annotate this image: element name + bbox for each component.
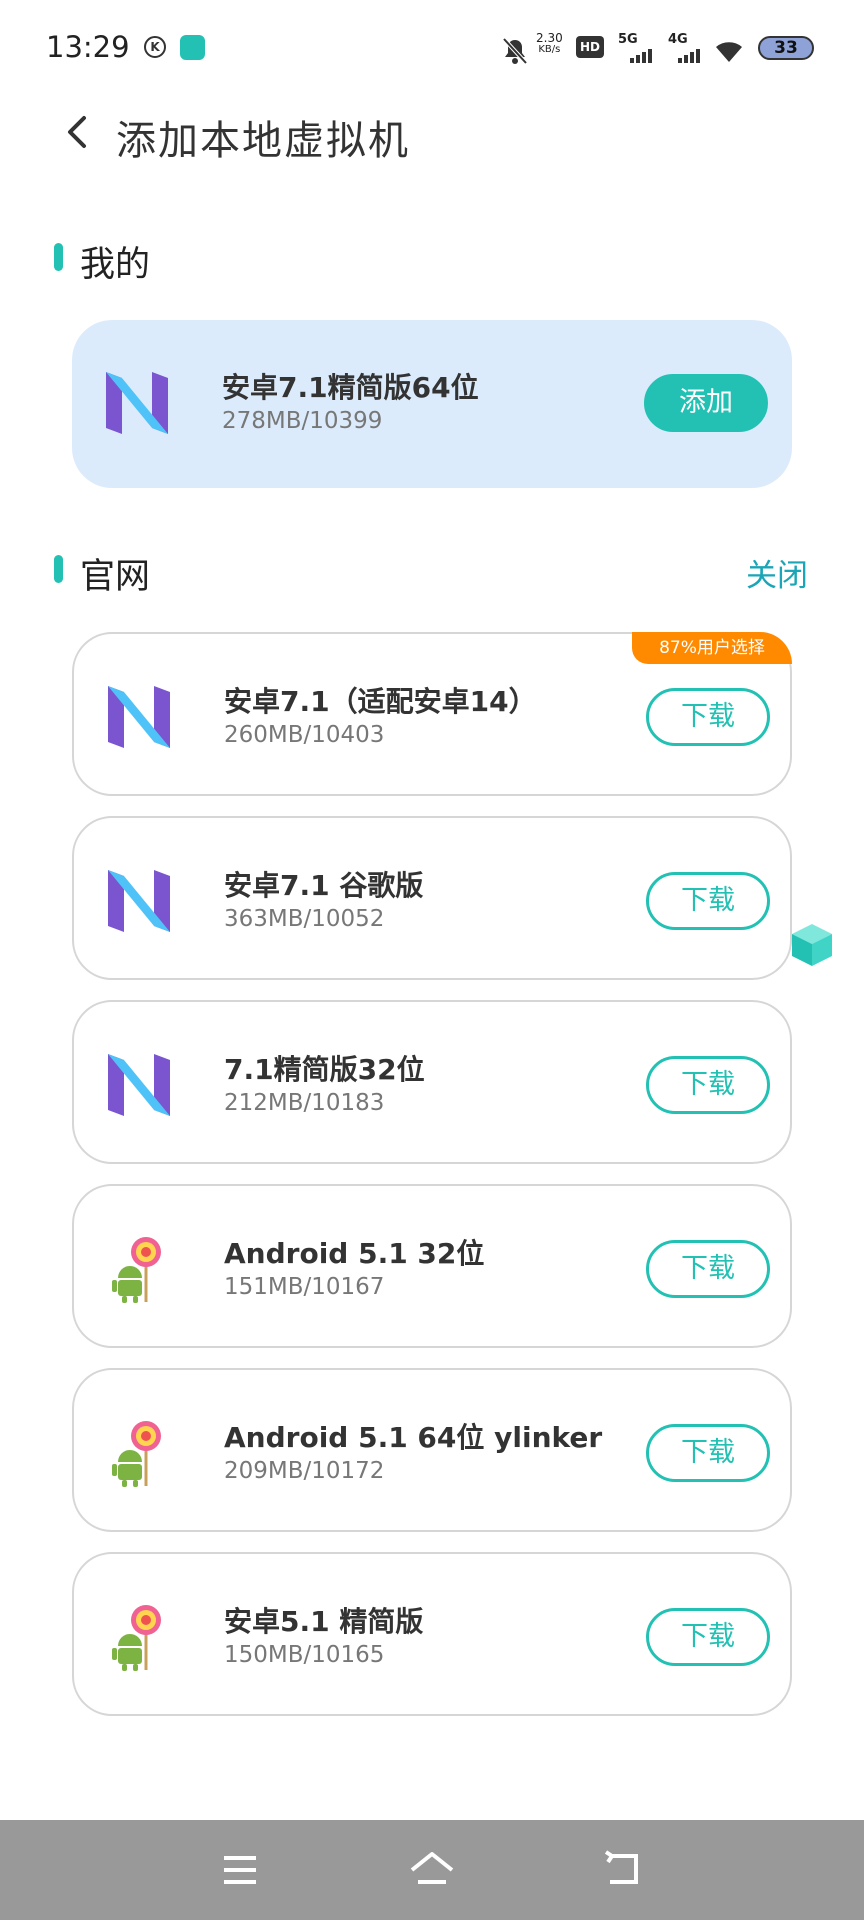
vm-name: 安卓7.1 谷歌版 (224, 869, 424, 902)
vm-card: 安卓5.1 精简版 150MB/10165 下载 (72, 1552, 792, 1716)
android-n-logo-icon (108, 870, 170, 932)
section-title-mine: 我的 (80, 245, 151, 285)
android-lollipop-icon (112, 1605, 161, 1671)
android-n-logo-icon (106, 372, 168, 434)
app-notification-icon (180, 35, 205, 60)
download-button[interactable]: 下载 (646, 1240, 770, 1298)
vm-card: 87%用户选择 安卓7.1（适配安卓14） 260MB/10403 下载 (72, 632, 792, 796)
vm-card: Android 5.1 64位 ylinker 209MB/10172 下载 (72, 1368, 792, 1532)
status-bar: 13:29 K 2.30 KB/s HD 5G 4G 33 (0, 0, 864, 96)
vm-size-id: 212MB/10183 (224, 1090, 385, 1116)
mute-bell-icon (502, 37, 528, 65)
page-title: 添加本地虚拟机 (116, 118, 410, 164)
vm-card: 安卓7.1 谷歌版 363MB/10052 下载 (72, 816, 792, 980)
vm-size-id: 260MB/10403 (224, 722, 385, 748)
android-lollipop-icon (112, 1237, 161, 1303)
vm-size-id: 209MB/10172 (224, 1458, 385, 1484)
speed-unit: KB/s (538, 44, 561, 55)
vm-name: 安卓5.1 精简版 (224, 1605, 424, 1638)
wifi-icon (716, 42, 742, 62)
vm-name: 安卓7.1精简版64位 (222, 371, 479, 404)
section-title-official: 官网 (80, 557, 151, 597)
section-marker (54, 243, 63, 271)
vm-card: Android 5.1 32位 151MB/10167 下载 (72, 1184, 792, 1348)
sim1-signal-icon (630, 44, 654, 63)
floating-cube-icon[interactable] (790, 922, 834, 968)
vm-name: 安卓7.1（适配安卓14） (224, 685, 537, 718)
k-app-icon: K (144, 36, 166, 58)
download-button[interactable]: 下载 (646, 1424, 770, 1482)
home-icon[interactable] (406, 1844, 458, 1896)
back-icon[interactable] (58, 112, 98, 152)
status-time: 13:29 (46, 30, 130, 64)
download-button[interactable]: 下载 (646, 688, 770, 746)
vm-card: 7.1精简版32位 212MB/10183 下载 (72, 1000, 792, 1164)
vm-name: Android 5.1 64位 ylinker (224, 1421, 603, 1454)
vm-size-id: 363MB/10052 (224, 906, 385, 932)
add-button[interactable]: 添加 (644, 374, 768, 432)
menu-icon[interactable] (214, 1844, 266, 1896)
vm-name: 7.1精简版32位 (224, 1053, 425, 1086)
download-button[interactable]: 下载 (646, 1608, 770, 1666)
system-nav-bar (0, 1820, 864, 1920)
vm-name: Android 5.1 32位 (224, 1237, 485, 1270)
network-speed: 2.30 KB/s (536, 32, 563, 66)
battery-indicator: 33 (758, 36, 814, 60)
hd-voice-icon: HD (576, 36, 604, 58)
android-n-logo-icon (108, 686, 170, 748)
download-button[interactable]: 下载 (646, 872, 770, 930)
sim2-signal-icon (678, 44, 702, 63)
vm-size-id: 150MB/10165 (224, 1642, 385, 1668)
vm-card-mine: 安卓7.1精简版64位 278MB/10399 添加 (72, 320, 792, 488)
back-nav-icon[interactable] (598, 1844, 650, 1896)
vm-size-id: 278MB/10399 (222, 408, 383, 434)
speed-value: 2.30 (536, 31, 563, 45)
vm-size-id: 151MB/10167 (224, 1274, 385, 1300)
popular-badge: 87%用户选择 (632, 632, 792, 664)
section-marker (54, 555, 63, 583)
android-n-logo-icon (108, 1054, 170, 1116)
android-lollipop-icon (112, 1421, 161, 1487)
close-section-link[interactable]: 关闭 (746, 550, 808, 595)
download-button[interactable]: 下载 (646, 1056, 770, 1114)
